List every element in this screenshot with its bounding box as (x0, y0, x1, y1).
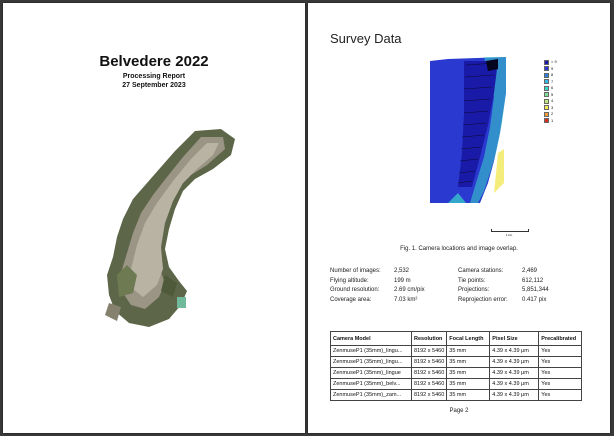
stats-row: Number of images: 2,532 Camera stations:… (330, 268, 590, 278)
column-header: Camera Model (330, 331, 412, 346)
report-subtitle: Processing Report (122, 73, 186, 80)
table-cell: 35 mm (446, 389, 491, 401)
camera-overlap-map (428, 53, 510, 208)
legend-label: 3 (551, 104, 554, 110)
legend-swatch (544, 66, 549, 72)
table-header-row: Camera Model Resolution Focal Length Pix… (330, 331, 583, 346)
orthomosaic-image (105, 129, 235, 327)
stat-value: 2,532 (394, 268, 410, 274)
legend-label: 8 (551, 72, 554, 78)
stat-label: Ground resolution: (330, 287, 380, 293)
stat-value: 612,112 (522, 277, 544, 284)
table-cell: ZenmuseP1 (35mm)_zam... (330, 389, 412, 401)
stat-value: 2.69 cm/pix (394, 287, 425, 293)
table-cell: ZenmuseP1 (35mm)_lingue (330, 367, 412, 379)
survey-stats: Number of images: 2,532 Camera stations:… (330, 268, 590, 306)
legend-swatch (544, 111, 549, 117)
report-page-1: Belvedere 2022 Processing Report 27 Sept… (3, 3, 305, 433)
stat-label: Tie points: (458, 277, 486, 284)
table-cell: Yes (538, 367, 583, 379)
table-cell: 4.39 x 4.39 μm (489, 356, 540, 368)
stats-row: Flying altitude: 199 m Tie points: 612,1… (330, 278, 590, 288)
scale-bar: 1 km (491, 229, 529, 237)
column-header: Focal Length (446, 331, 491, 346)
legend-label: 6 (551, 85, 554, 91)
table-cell: 8192 x 5460 (410, 378, 448, 390)
table-cell: ZenmuseP1 (35mm)_belv... (330, 378, 412, 390)
stats-row: Coverage area: 7.03 km² Reprojection err… (330, 297, 590, 307)
section-title: Survey Data (330, 31, 402, 46)
table-row: ZenmuseP1 (35mm)_lingu... 8192 x 5460 35… (330, 356, 583, 368)
table-cell: 35 mm (446, 345, 491, 357)
table-cell: ZenmuseP1 (35mm)_lingu... (330, 356, 412, 368)
stat-value: 199 m (394, 277, 411, 284)
stat-value: 2,469 (522, 268, 538, 274)
column-header: Resolution (410, 331, 448, 346)
legend-label: 2 (551, 111, 554, 117)
legend-label: 9 (551, 65, 554, 71)
legend-swatch (544, 72, 549, 78)
stat-label: Number of images: (330, 268, 381, 274)
table-cell: 4.39 x 4.39 μm (489, 345, 540, 357)
table-cell: 8192 x 5460 (410, 389, 448, 401)
table-row: ZenmuseP1 (35mm)_zam... 8192 x 5460 35 m… (330, 389, 583, 401)
overlap-legend: > 9987654321 (544, 59, 574, 124)
stat-value: 0.417 pix (522, 296, 547, 303)
table-cell: Yes (538, 389, 583, 401)
figure-caption: Fig. 1. Camera locations and image overl… (400, 246, 518, 252)
legend-label: 1 (551, 117, 554, 123)
legend-swatch (544, 118, 549, 124)
table-cell: 8192 x 5460 (410, 356, 448, 368)
stat-label: Projections: (458, 287, 490, 293)
legend-label: 7 (551, 78, 554, 84)
stats-row: Ground resolution: 2.69 cm/pix Projectio… (330, 287, 590, 297)
stat-label: Camera stations: (458, 268, 504, 274)
table-row: ZenmuseP1 (35mm)_lingu... 8192 x 5460 35… (330, 345, 583, 357)
stat-label: Coverage area: (330, 296, 372, 303)
table-cell: ZenmuseP1 (35mm)_lingu... (330, 345, 412, 357)
legend-swatch (544, 98, 549, 104)
table-cell: 35 mm (446, 356, 491, 368)
scale-bar-line (491, 229, 529, 232)
report-title: Belvedere 2022 (99, 53, 209, 70)
table-cell: 35 mm (446, 367, 491, 379)
table-cell: 4.39 x 4.39 μm (489, 389, 540, 401)
table-cell: Yes (538, 345, 583, 357)
table-cell: 8192 x 5460 (410, 367, 448, 379)
legend-label: 5 (551, 91, 554, 97)
legend-label: 4 (551, 98, 554, 104)
legend-swatch (544, 92, 549, 98)
table-cell: 8192 x 5460 (410, 345, 448, 357)
scale-bar-label: 1 km (505, 233, 513, 237)
stat-value: 7.03 km² (394, 296, 418, 303)
stat-label: Reprojection error: (458, 296, 508, 303)
table-cell: Yes (538, 378, 583, 390)
page-number: Page 2 (449, 408, 469, 414)
table-cell: 4.39 x 4.39 μm (489, 378, 540, 390)
column-header: Pixel Size (489, 331, 540, 346)
legend-swatch (544, 105, 549, 111)
table-cell: 4.39 x 4.39 μm (489, 367, 540, 379)
report-date: 27 September 2023 (122, 82, 186, 89)
legend-label: > 9 (551, 59, 557, 65)
table-row: ZenmuseP1 (35mm)_lingue 8192 x 5460 35 m… (330, 367, 583, 379)
camera-table: Camera Model Resolution Focal Length Pix… (330, 331, 583, 401)
legend-swatch (544, 85, 549, 91)
stat-value: 5,851,344 (522, 287, 549, 293)
legend-swatch (544, 79, 549, 85)
report-page-2: Survey Data > 9987654321 1 km Fig. 1. Ca… (308, 3, 610, 433)
stat-label: Flying altitude: (330, 277, 369, 284)
table-cell: Yes (538, 356, 583, 368)
legend-item: 1 (544, 118, 574, 125)
column-header: Precalibrated (538, 331, 583, 346)
table-cell: 35 mm (446, 378, 491, 390)
table-row: ZenmuseP1 (35mm)_belv... 8192 x 5460 35 … (330, 378, 583, 390)
legend-swatch (544, 59, 549, 65)
